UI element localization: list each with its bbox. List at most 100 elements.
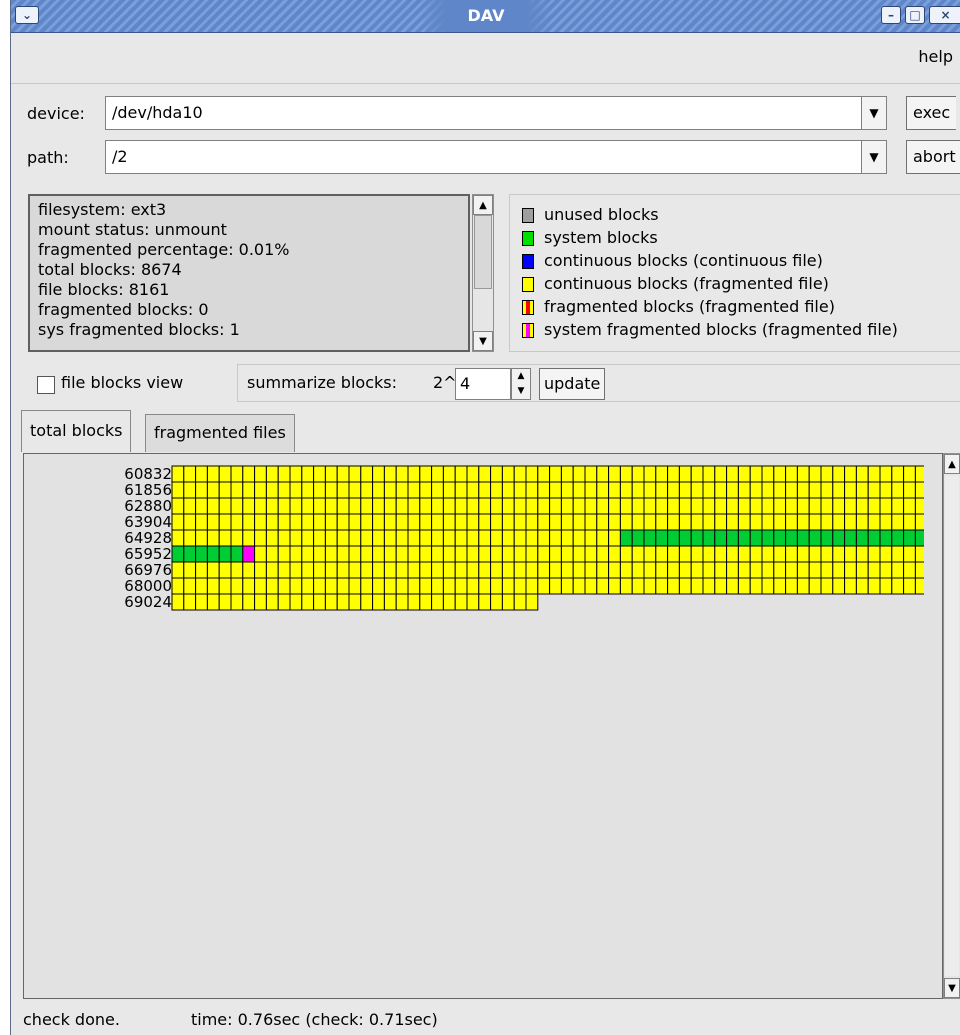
block-cell[interactable] bbox=[619, 513, 633, 531]
block-cell[interactable] bbox=[431, 529, 444, 547]
block-cell[interactable] bbox=[631, 561, 645, 579]
block-cell[interactable] bbox=[171, 529, 185, 547]
block-cell[interactable] bbox=[242, 465, 256, 483]
block-cell[interactable] bbox=[702, 513, 716, 531]
block-cell[interactable] bbox=[466, 513, 480, 531]
block-cell[interactable] bbox=[655, 577, 669, 595]
block-cell[interactable] bbox=[844, 561, 857, 579]
block-cell[interactable] bbox=[891, 577, 905, 595]
block-cell[interactable] bbox=[796, 561, 810, 579]
block-cell[interactable] bbox=[584, 465, 598, 483]
block-cell[interactable] bbox=[855, 561, 869, 579]
block-cell[interactable] bbox=[313, 465, 326, 483]
block-cell[interactable] bbox=[478, 577, 492, 595]
block-cell[interactable] bbox=[277, 529, 291, 547]
block-cell[interactable] bbox=[761, 513, 775, 531]
block-cell[interactable] bbox=[407, 513, 421, 531]
block-cell[interactable] bbox=[372, 577, 385, 595]
block-cell[interactable] bbox=[785, 513, 798, 531]
block-cell[interactable] bbox=[265, 497, 279, 515]
block-cell[interactable] bbox=[808, 577, 822, 595]
block-cell[interactable] bbox=[419, 497, 433, 515]
block-cell[interactable] bbox=[608, 481, 621, 499]
block-cell[interactable] bbox=[348, 561, 362, 579]
block-cell[interactable] bbox=[289, 561, 303, 579]
block-cell[interactable] bbox=[690, 513, 704, 531]
block-cell[interactable] bbox=[407, 561, 421, 579]
block-cell[interactable] bbox=[301, 465, 315, 483]
block-cell[interactable] bbox=[619, 481, 633, 499]
block-cell[interactable] bbox=[619, 577, 633, 595]
block-cell[interactable] bbox=[254, 529, 267, 547]
block-cell[interactable] bbox=[714, 465, 728, 483]
block-cell[interactable] bbox=[336, 561, 350, 579]
block-cell[interactable] bbox=[737, 529, 751, 547]
path-field[interactable]: /2 bbox=[105, 140, 867, 174]
block-cell[interactable] bbox=[914, 561, 924, 579]
block-cell[interactable] bbox=[572, 513, 586, 531]
block-cell[interactable] bbox=[171, 497, 185, 515]
block-cell[interactable] bbox=[513, 497, 527, 515]
block-cell[interactable] bbox=[490, 577, 503, 595]
block-cell[interactable] bbox=[655, 513, 669, 531]
block-cell[interactable] bbox=[324, 545, 338, 563]
block-cell[interactable] bbox=[785, 545, 798, 563]
block-cell[interactable] bbox=[796, 481, 810, 499]
block-cell[interactable] bbox=[313, 593, 326, 611]
block-cell[interactable] bbox=[667, 577, 680, 595]
block-cell[interactable] bbox=[608, 497, 621, 515]
block-cell[interactable] bbox=[879, 529, 893, 547]
block-cell[interactable] bbox=[254, 577, 267, 595]
block-cell[interactable] bbox=[667, 561, 680, 579]
block-cell[interactable] bbox=[289, 497, 303, 515]
block-cell[interactable] bbox=[230, 545, 244, 563]
block-cell[interactable] bbox=[254, 497, 267, 515]
block-cell[interactable] bbox=[584, 545, 598, 563]
block-cell[interactable] bbox=[820, 561, 834, 579]
block-cell[interactable] bbox=[336, 513, 350, 531]
block-cell[interactable] bbox=[584, 577, 598, 595]
block-cell[interactable] bbox=[832, 465, 846, 483]
block-cell[interactable] bbox=[820, 513, 834, 531]
block-cell[interactable] bbox=[383, 513, 397, 531]
block-cell[interactable] bbox=[442, 529, 456, 547]
block-cell[interactable] bbox=[867, 497, 881, 515]
block-cell[interactable] bbox=[478, 545, 492, 563]
block-cell[interactable] bbox=[749, 529, 763, 547]
block-cell[interactable] bbox=[206, 513, 220, 531]
block-cell[interactable] bbox=[667, 481, 680, 499]
minimize-icon[interactable]: – bbox=[881, 6, 901, 24]
block-cell[interactable] bbox=[891, 545, 905, 563]
scroll-up-icon[interactable]: ▲ bbox=[473, 195, 493, 215]
block-cell[interactable] bbox=[171, 561, 185, 579]
block-cell[interactable] bbox=[395, 481, 409, 499]
block-cell[interactable] bbox=[608, 529, 621, 547]
block-cell[interactable] bbox=[549, 529, 562, 547]
block-cell[interactable] bbox=[265, 545, 279, 563]
block-cell[interactable] bbox=[832, 561, 846, 579]
block-cell[interactable] bbox=[195, 513, 208, 531]
block-cell[interactable] bbox=[195, 481, 208, 499]
block-cell[interactable] bbox=[313, 561, 326, 579]
scroll-thumb[interactable] bbox=[474, 215, 492, 289]
block-cell[interactable] bbox=[855, 465, 869, 483]
block-cell[interactable] bbox=[714, 577, 728, 595]
block-cell[interactable] bbox=[560, 577, 574, 595]
block-cell[interactable] bbox=[360, 481, 374, 499]
block-cell[interactable] bbox=[289, 465, 303, 483]
block-cell[interactable] bbox=[289, 577, 303, 595]
block-cell[interactable] bbox=[254, 561, 267, 579]
block-cell[interactable] bbox=[230, 593, 244, 611]
block-cell[interactable] bbox=[737, 513, 751, 531]
block-cell[interactable] bbox=[395, 497, 409, 515]
block-cell[interactable] bbox=[336, 529, 350, 547]
block-cell[interactable] bbox=[490, 513, 503, 531]
block-cell[interactable] bbox=[891, 497, 905, 515]
block-cell[interactable] bbox=[183, 513, 197, 531]
block-cell[interactable] bbox=[572, 481, 586, 499]
block-cell[interactable] bbox=[265, 593, 279, 611]
block-cell[interactable] bbox=[230, 529, 244, 547]
block-cell[interactable] bbox=[737, 545, 751, 563]
block-cell[interactable] bbox=[667, 545, 680, 563]
block-cell[interactable] bbox=[206, 465, 220, 483]
